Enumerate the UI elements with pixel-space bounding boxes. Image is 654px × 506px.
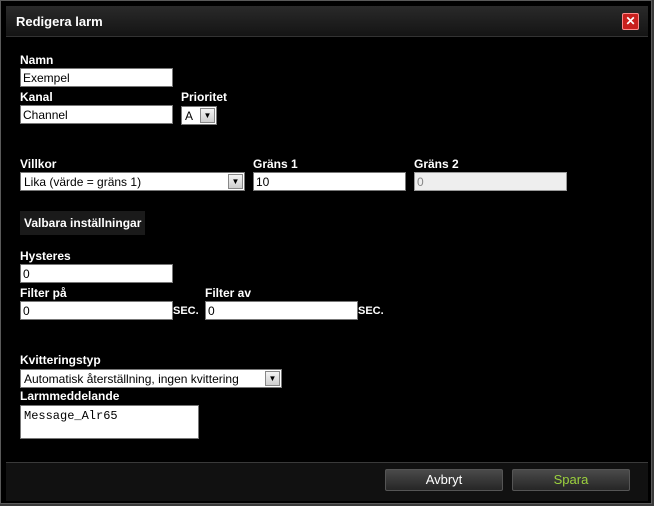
cancel-button[interactable]: Avbryt xyxy=(385,469,503,491)
priority-select[interactable]: A ▼ xyxy=(181,106,217,125)
condition-value: Lika (värde = gräns 1) xyxy=(24,175,142,189)
channel-input[interactable] xyxy=(20,105,173,124)
dialog-content: Namn Kanal Prioritet A ▼ Villkor Lika (v… xyxy=(6,37,648,461)
dialog-footer: Avbryt Spara xyxy=(6,462,648,501)
name-label: Namn xyxy=(20,53,54,67)
chevron-down-icon[interactable]: ▼ xyxy=(228,174,243,189)
name-input[interactable] xyxy=(20,68,173,87)
optional-settings-header[interactable]: Valbara inställningar xyxy=(20,211,146,235)
save-button[interactable]: Spara xyxy=(512,469,630,491)
condition-select[interactable]: Lika (värde = gräns 1) ▼ xyxy=(20,172,245,191)
dialog-titlebar[interactable]: Redigera larm ✕ xyxy=(6,6,648,37)
chevron-down-icon[interactable]: ▼ xyxy=(265,371,280,386)
filter-on-unit: SEC. xyxy=(173,305,199,317)
ack-type-select[interactable]: Automatisk återställning, ingen kvitteri… xyxy=(20,369,282,388)
message-label: Larmmeddelande xyxy=(20,389,120,403)
filter-off-input[interactable] xyxy=(205,301,358,320)
message-textarea[interactable]: Message_Alr65 xyxy=(20,405,199,439)
dialog-title: Redigera larm xyxy=(16,14,103,29)
ack-type-label: Kvitteringstyp xyxy=(20,353,101,367)
limit2-input xyxy=(414,172,567,191)
filter-off-label: Filter av xyxy=(205,286,252,300)
close-icon[interactable]: ✕ xyxy=(622,13,639,30)
edit-alarm-dialog: Redigera larm ✕ Namn Kanal Prioritet A ▼… xyxy=(0,0,652,504)
limit1-label: Gräns 1 xyxy=(253,157,298,171)
condition-label: Villkor xyxy=(20,157,57,171)
limit2-label: Gräns 2 xyxy=(414,157,459,171)
ack-type-value: Automatisk återställning, ingen kvitteri… xyxy=(24,372,239,386)
filter-on-input[interactable] xyxy=(20,301,173,320)
hysteresis-input[interactable] xyxy=(20,264,173,283)
chevron-down-icon[interactable]: ▼ xyxy=(200,108,215,123)
priority-value: A xyxy=(185,109,194,123)
channel-label: Kanal xyxy=(20,90,53,104)
priority-label: Prioritet xyxy=(181,90,228,104)
filter-off-unit: SEC. xyxy=(358,305,384,317)
hysteresis-label: Hysteres xyxy=(20,249,71,263)
filter-on-label: Filter på xyxy=(20,286,67,300)
limit1-input[interactable] xyxy=(253,172,406,191)
